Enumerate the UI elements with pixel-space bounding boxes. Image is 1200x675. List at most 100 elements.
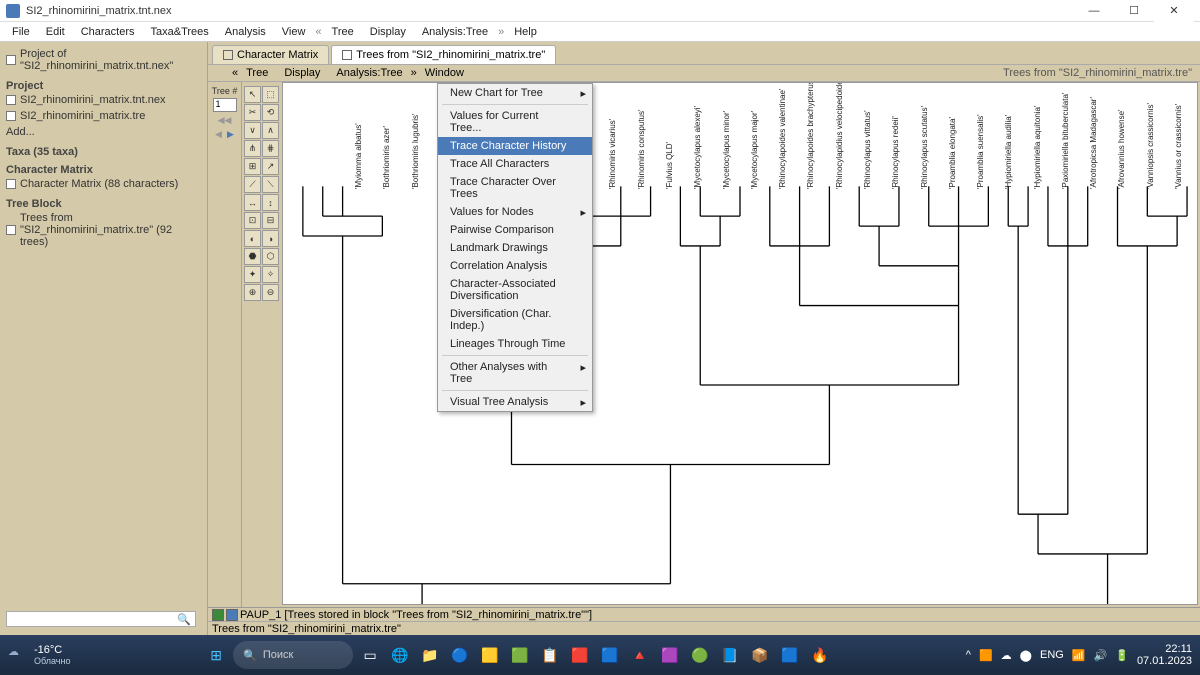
tool-icon[interactable]: ⊞ bbox=[244, 158, 261, 175]
app-icon[interactable]: 🟪 bbox=[657, 642, 683, 668]
dropdown-item[interactable]: Landmark Drawings bbox=[438, 239, 592, 257]
tool-icon[interactable]: ◐ bbox=[244, 230, 261, 247]
dropdown-item[interactable]: Lineages Through Time bbox=[438, 335, 592, 353]
tool-icon[interactable]: ⬣ bbox=[244, 248, 261, 265]
tray-icon[interactable]: 🟧 bbox=[979, 649, 993, 662]
tree-num-input[interactable]: 1 bbox=[213, 98, 237, 112]
taskview-icon[interactable]: ▭ bbox=[357, 642, 383, 668]
clock[interactable]: 22:11 07.01.2023 bbox=[1137, 643, 1192, 667]
menu-file[interactable]: File bbox=[4, 24, 38, 40]
menu-analysis[interactable]: Analysis bbox=[217, 24, 274, 40]
submenu-display[interactable]: Display bbox=[276, 66, 328, 80]
tool-icon[interactable]: ✧ bbox=[262, 266, 279, 283]
dropdown-item[interactable]: Diversification (Char. Indep.) bbox=[438, 305, 592, 335]
menu-help[interactable]: Help bbox=[506, 24, 545, 40]
photoshop-icon[interactable]: 🟦 bbox=[777, 642, 803, 668]
dropdown-item[interactable]: Visual Tree Analysis▸ bbox=[438, 393, 592, 411]
tool-icon[interactable]: ⟲ bbox=[262, 104, 279, 121]
tray-icon[interactable]: ⬤ bbox=[1020, 649, 1032, 662]
app-icon[interactable]: 📋 bbox=[537, 642, 563, 668]
tool-icon[interactable]: ⊕ bbox=[244, 284, 261, 301]
tool-icon[interactable]: ⊟ bbox=[262, 212, 279, 229]
system-tray[interactable]: ^ 🟧 ☁ ⬤ ENG 📶 🔊 🔋 22:11 07.01.2023 bbox=[966, 643, 1192, 667]
tool-icon[interactable]: ✂ bbox=[244, 104, 261, 121]
wifi-icon[interactable]: 📶 bbox=[1072, 649, 1086, 662]
file-item[interactable]: SI2_rhinomirini_matrix.tre bbox=[6, 108, 201, 124]
app-icon[interactable]: 📦 bbox=[747, 642, 773, 668]
lang-indicator[interactable]: ENG bbox=[1040, 649, 1064, 661]
dropdown-item[interactable]: New Chart for Tree▸ bbox=[438, 84, 592, 102]
submenu-window[interactable]: Window bbox=[417, 66, 472, 80]
tool-icon[interactable]: ↕ bbox=[262, 194, 279, 211]
tool-icon[interactable]: ✦ bbox=[244, 266, 261, 283]
tb-item[interactable]: Trees from "SI2_rhinomirini_matrix.tre" … bbox=[6, 210, 201, 250]
start-button[interactable]: ⊞ bbox=[203, 642, 229, 668]
taskbar-search[interactable]: 🔍Поиск bbox=[233, 641, 353, 669]
project-link[interactable]: Project of "SI2_rhinomirini_matrix.tnt.n… bbox=[6, 46, 201, 74]
menu-view[interactable]: View bbox=[274, 24, 314, 40]
file-item[interactable]: SI2_rhinomirini_matrix.tnt.nex bbox=[6, 92, 201, 108]
tree-prev-icon[interactable]: ◀ bbox=[213, 129, 224, 140]
tree-next-icon[interactable]: ▶ bbox=[225, 129, 236, 140]
excel-icon[interactable]: 🟩 bbox=[507, 642, 533, 668]
minimize-button[interactable]: — bbox=[1074, 0, 1114, 22]
tab-trees[interactable]: Trees from "SI2_rhinomirini_matrix.tre" bbox=[331, 45, 556, 64]
select-tool-icon[interactable]: ⬚ bbox=[262, 86, 279, 103]
menu-analysistree[interactable]: Analysis:Tree bbox=[414, 24, 496, 40]
menu-edit[interactable]: Edit bbox=[38, 24, 73, 40]
arrow-tool-icon[interactable]: ↖ bbox=[244, 86, 261, 103]
add-link[interactable]: Add... bbox=[6, 124, 201, 140]
filezilla-icon[interactable]: 🟥 bbox=[567, 642, 593, 668]
tool-icon[interactable]: ⋔ bbox=[244, 140, 261, 157]
explorer-icon[interactable]: 📁 bbox=[417, 642, 443, 668]
close-button[interactable]: ✕ bbox=[1154, 0, 1194, 22]
dropdown-item[interactable]: Values for Current Tree... bbox=[438, 107, 592, 137]
battery-icon[interactable]: 🔋 bbox=[1115, 649, 1129, 662]
submenu-tree[interactable]: Tree bbox=[238, 66, 276, 80]
dropdown-item[interactable]: Character-Associated Diversification bbox=[438, 275, 592, 305]
tool-icon[interactable]: ◑ bbox=[262, 230, 279, 247]
word-icon[interactable]: 🟦 bbox=[597, 642, 623, 668]
dropdown-item[interactable]: Correlation Analysis bbox=[438, 257, 592, 275]
submenu-analysistree[interactable]: Analysis:Tree bbox=[328, 66, 410, 80]
tool-icon[interactable]: ↗ bbox=[262, 158, 279, 175]
dropdown-item[interactable]: Other Analyses with Tree▸ bbox=[438, 358, 592, 388]
tool-icon[interactable]: ⋕ bbox=[262, 140, 279, 157]
tray-chevron-icon[interactable]: ^ bbox=[966, 649, 971, 661]
volume-icon[interactable]: 🔊 bbox=[1094, 649, 1108, 662]
tool-icon[interactable]: ∨ bbox=[244, 122, 261, 139]
dropdown-item[interactable]: Trace Character Over Trees bbox=[438, 173, 592, 203]
status-icon bbox=[212, 609, 224, 621]
mesquite-icon[interactable]: 🔥 bbox=[807, 642, 833, 668]
edge-icon[interactable]: 🔵 bbox=[447, 642, 473, 668]
menu-tree[interactable]: Tree bbox=[324, 24, 362, 40]
tab-character-matrix[interactable]: Character Matrix bbox=[212, 45, 329, 64]
cm-item[interactable]: Character Matrix (88 characters) bbox=[6, 176, 201, 192]
tool-icon[interactable]: ∧ bbox=[262, 122, 279, 139]
qgis-icon[interactable]: 🟢 bbox=[687, 642, 713, 668]
tree-canvas[interactable]: New Chart for Tree▸ Values for Current Tr… bbox=[282, 82, 1198, 605]
tool-icon[interactable]: ↔ bbox=[244, 194, 261, 211]
dropdown-item[interactable]: Values for Nodes▸ bbox=[438, 203, 592, 221]
acrobat-icon[interactable]: 🔺 bbox=[627, 642, 653, 668]
weather-widget[interactable]: ☁ -16°C Облачно bbox=[8, 644, 70, 666]
menu-characters[interactable]: Characters bbox=[73, 24, 143, 40]
menu-taxatrees[interactable]: Taxa&Trees bbox=[143, 24, 217, 40]
maximize-button[interactable]: ☐ bbox=[1114, 0, 1154, 22]
tree-first-icon[interactable]: ◀◀ bbox=[219, 115, 230, 126]
tool-icon[interactable]: ⊡ bbox=[244, 212, 261, 229]
menu-sep-r: » bbox=[496, 26, 506, 38]
dropdown-item[interactable]: Trace Character History bbox=[438, 137, 592, 155]
app-icon[interactable]: 🟨 bbox=[477, 642, 503, 668]
dropdown-item[interactable]: Pairwise Comparison bbox=[438, 221, 592, 239]
chrome-icon[interactable]: 🌐 bbox=[387, 642, 413, 668]
tool-icon[interactable]: ⊖ bbox=[262, 284, 279, 301]
dropdown-item[interactable]: Trace All Characters bbox=[438, 155, 592, 173]
tool-icon[interactable]: ⬡ bbox=[262, 248, 279, 265]
tool-icon[interactable]: ⟍ bbox=[262, 176, 279, 193]
onedrive-icon[interactable]: ☁ bbox=[1001, 649, 1012, 662]
project-search[interactable]: 🔍 bbox=[6, 611, 196, 627]
menu-display[interactable]: Display bbox=[362, 24, 414, 40]
tool-icon[interactable]: ⟋ bbox=[244, 176, 261, 193]
app-icon[interactable]: 📘 bbox=[717, 642, 743, 668]
